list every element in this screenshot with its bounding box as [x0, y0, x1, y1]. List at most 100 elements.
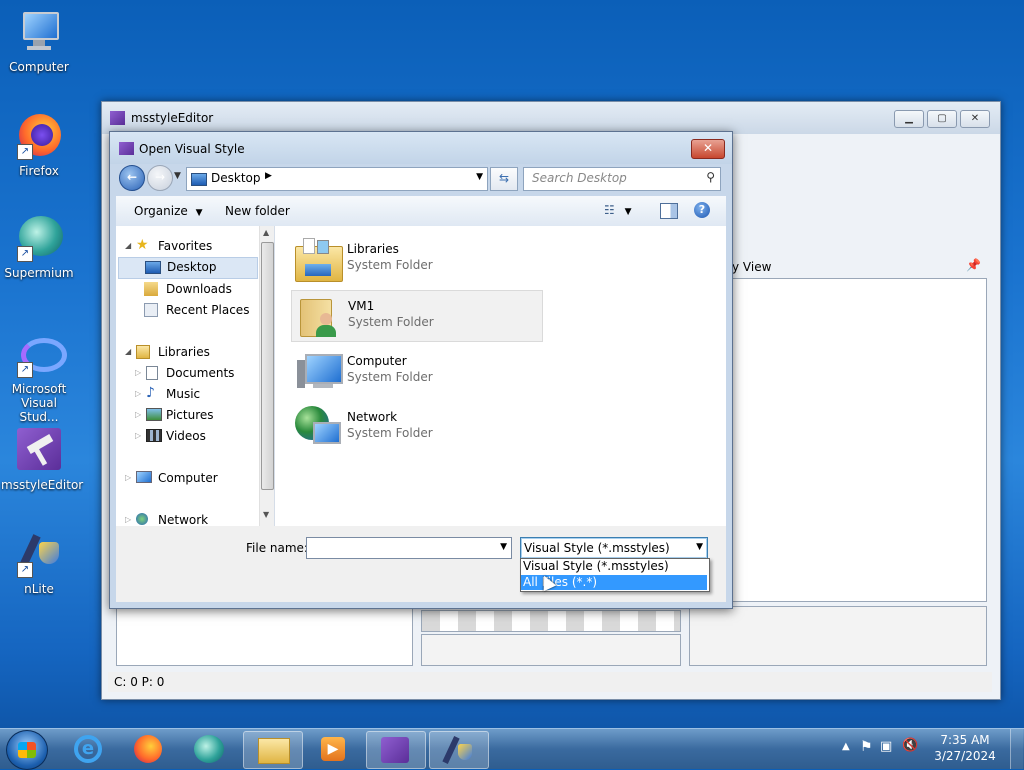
desktop-icon-computer[interactable]: Computer — [1, 8, 77, 74]
nav-libraries[interactable]: ◢ Libraries — [116, 342, 256, 362]
collapse-arrow-icon: ◢ — [125, 241, 132, 250]
file-type-option-msstyles[interactable]: Visual Style (*.msstyles) — [521, 559, 707, 574]
nav-recent-places[interactable]: Recent Places — [116, 300, 256, 320]
volume-muted-icon[interactable]: 🔇 — [902, 738, 918, 753]
expand-arrow-icon: ▷ — [125, 473, 132, 482]
nav-label: Recent Places — [166, 303, 250, 317]
supermium-icon — [194, 735, 224, 763]
music-icon: ♪ — [146, 385, 155, 401]
preview-pane-button[interactable] — [660, 203, 678, 219]
msstyleeditor-icon — [381, 737, 409, 763]
nav-favorites[interactable]: ◢ ★ Favorites — [116, 236, 256, 256]
file-explorer-icon — [258, 738, 290, 764]
taskbar-firefox[interactable] — [120, 731, 178, 767]
pin-icon[interactable]: 📌 — [966, 258, 981, 272]
msstyleeditor-icon — [110, 111, 125, 125]
file-name-dropdown-icon[interactable]: ▼ — [500, 542, 507, 552]
nav-label: Favorites — [158, 239, 213, 253]
file-item-computer[interactable]: Computer System Folder — [291, 346, 541, 396]
navigation-bar: ← → ▼ Desktop ▶ ▼ ⇆ Search Desktop ⚲ — [110, 164, 732, 196]
nav-pictures[interactable]: ▷ Pictures — [116, 405, 256, 425]
start-button[interactable] — [6, 730, 48, 770]
property-view-panel[interactable] — [732, 278, 987, 602]
help-icon: ? — [698, 203, 706, 216]
view-options-button[interactable]: ☷ ▼ — [604, 203, 640, 219]
search-placeholder: Search Desktop — [532, 171, 627, 185]
nav-documents[interactable]: ▷ Documents — [116, 363, 256, 383]
system-tray: ▲ ⚑ ▣ 🔇 7:35 AM 3/27/2024 — [834, 729, 1024, 769]
new-folder-button[interactable]: New folder — [225, 204, 290, 218]
nav-downloads[interactable]: Downloads — [116, 279, 256, 299]
minimize-button[interactable]: ▁ — [894, 110, 924, 128]
desktop-icon-msstyleeditor[interactable]: msstyleEditor — [1, 426, 83, 492]
view-list-icon: ☷ — [604, 203, 615, 217]
file-type-dropdown-icon[interactable]: ▼ — [696, 542, 703, 552]
taskbar-msstyleeditor[interactable] — [366, 731, 426, 769]
organize-button[interactable]: Organize ▼ — [134, 204, 203, 218]
taskbar-media-player[interactable]: ▶ — [305, 731, 363, 767]
taskbar-file-explorer[interactable] — [243, 731, 303, 769]
dialog-close-button[interactable]: ✕ — [691, 139, 725, 159]
file-type-select[interactable]: Visual Style (*.msstyles) ▼ — [520, 537, 708, 559]
maximize-button[interactable]: ▢ — [927, 110, 957, 128]
close-button[interactable]: ✕ — [960, 110, 990, 128]
nlite-shield-icon — [458, 744, 472, 760]
show-hidden-icons-button[interactable]: ▲ — [842, 741, 850, 752]
dialog-titlebar: Open Visual Style ✕ — [110, 132, 732, 164]
network-tray-icon[interactable]: ▣ — [880, 739, 892, 754]
scroll-up-icon[interactable]: ▲ — [263, 228, 269, 237]
breadcrumb-chevron-icon[interactable]: ▶ — [265, 171, 272, 181]
firefox-icon — [134, 735, 162, 763]
nav-scrollbar[interactable]: ▲ ▼ — [259, 226, 274, 526]
file-item-vm1[interactable]: VM1 System Folder — [291, 290, 543, 342]
help-button[interactable]: ? — [694, 202, 710, 218]
back-button[interactable]: ← — [119, 165, 145, 191]
computer-small-icon — [136, 471, 152, 483]
nav-label: Desktop — [167, 260, 217, 274]
desktop-small-icon — [191, 173, 207, 186]
organize-dropdown-icon: ▼ — [195, 208, 203, 218]
file-item-libraries[interactable]: Libraries System Folder — [291, 234, 541, 284]
address-bar[interactable]: Desktop ▶ ▼ — [186, 167, 488, 191]
search-box[interactable]: Search Desktop ⚲ — [523, 167, 721, 191]
taskbar-internet-explorer[interactable]: e — [60, 731, 118, 767]
bottom-right-panel[interactable] — [689, 606, 987, 666]
nav-label: Pictures — [166, 408, 214, 422]
taskbar-supermium[interactable] — [180, 731, 238, 767]
bottom-left-panel[interactable] — [116, 606, 413, 666]
address-dropdown-icon[interactable]: ▼ — [476, 172, 483, 182]
taskbar: e ▶ ▲ ⚑ ▣ 🔇 7:35 AM 3/27/2024 — [0, 728, 1024, 770]
desktop-icon-supermium[interactable]: ↗ Supermium — [1, 214, 77, 280]
file-list: Libraries System Folder VM1 System Folde… — [275, 226, 726, 526]
nav-network[interactable]: ▷ Network — [116, 510, 256, 526]
refresh-button[interactable]: ⇆ — [490, 167, 518, 191]
taskbar-nlite[interactable] — [429, 731, 489, 769]
nav-music[interactable]: ▷ ♪ Music — [116, 384, 256, 404]
action-center-flag-icon[interactable]: ⚑ — [860, 739, 873, 755]
window-title: msstyleEditor — [131, 111, 214, 125]
address-text: Desktop — [211, 171, 261, 185]
desktop-icon-firefox[interactable]: ↗ Firefox — [1, 112, 77, 178]
search-icon[interactable]: ⚲ — [706, 170, 715, 184]
navigation-pane: ◢ ★ Favorites Desktop Downloads Recent P… — [116, 226, 275, 526]
command-toolbar: Organize ▼ New folder ☷ ▼ ? — [116, 196, 726, 227]
show-desktop-button[interactable] — [1010, 729, 1023, 769]
scroll-down-icon[interactable]: ▼ — [263, 510, 269, 519]
file-item-network[interactable]: Network System Folder — [291, 402, 541, 452]
file-name-input[interactable]: ▼ — [306, 537, 512, 559]
nav-videos[interactable]: ▷ Videos — [116, 426, 256, 446]
item-name: VM1 — [348, 299, 375, 313]
nav-desktop[interactable]: Desktop — [118, 257, 258, 279]
shortcut-arrow-icon: ↗ — [17, 246, 33, 262]
scroll-thumb[interactable] — [261, 242, 274, 490]
clock[interactable]: 7:35 AM 3/27/2024 — [930, 733, 1000, 763]
desktop-icon-nlite[interactable]: ↗ nLite — [1, 530, 77, 596]
forward-button[interactable]: → — [147, 165, 173, 191]
back-arrow-icon: ← — [126, 170, 138, 184]
internet-explorer-icon: e — [74, 735, 102, 763]
property-view-label: y View — [732, 260, 772, 274]
nav-computer[interactable]: ▷ Computer — [116, 468, 256, 488]
desktop-icon-visual-studio[interactable]: ↗ Microsoft Visual Stud... — [1, 330, 77, 424]
desktop-icon-label: Supermium — [4, 266, 74, 280]
recent-pages-dropdown[interactable]: ▼ — [174, 171, 181, 181]
